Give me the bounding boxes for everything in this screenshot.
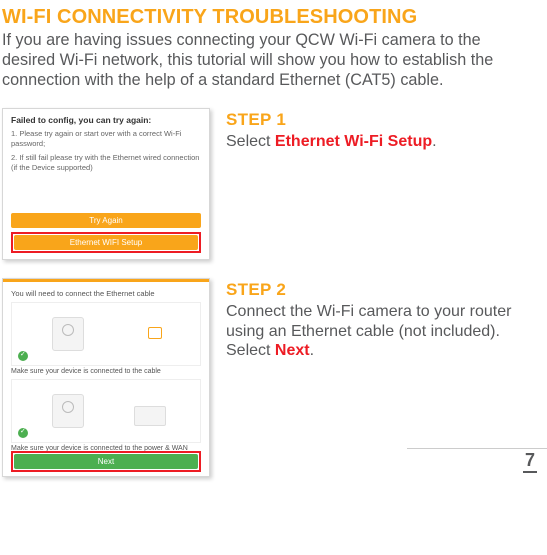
check-icon [18,351,28,361]
ethernet-port-icon [148,327,162,339]
screen2-illustration-1 [11,302,201,366]
screen1-title: Failed to config, you can try again: [11,115,201,125]
step-2-body: Connect the Wi-Fi camera to your router … [226,302,537,361]
screen2-topbar [3,279,209,282]
step-2-body-post: . [310,342,314,359]
step-2-body-pre: Connect the Wi-Fi camera to your router … [226,303,511,359]
step-2-accent: Next [275,342,310,359]
intro-paragraph: If you are having issues connecting your… [2,31,537,90]
page-number: 7 [523,450,537,473]
highlight-box-step2: Next [11,451,201,472]
try-again-button[interactable]: Try Again [11,213,201,228]
camera-icon [52,394,84,428]
page-heading: WI-FI CONNECTIVITY TROUBLESHOOTING [2,6,537,29]
check-icon [18,428,28,438]
router-icon [134,406,166,426]
screen1-line1: 1. Please try again or start over with a… [11,129,201,149]
step-1-body-pre: Select [226,133,275,150]
screen2-illustration-2 [11,379,201,443]
step-1-title: STEP 1 [226,110,537,130]
step-1-body-post: . [432,133,436,150]
next-button[interactable]: Next [14,454,198,469]
camera-icon [52,317,84,351]
step-1-row: Failed to config, you can try again: 1. … [2,108,537,260]
highlight-box-step1: Ethernet WIFI Setup [11,232,201,253]
step-2-title: STEP 2 [226,280,537,300]
screenshot-step-2: You will need to connect the Ethernet ca… [2,278,210,477]
step-1-body: Select Ethernet Wi-Fi Setup. [226,132,537,152]
screen1-line2: 2. If still fail please try with the Eth… [11,153,201,173]
screen2-caption-1: Make sure your device is connected to th… [11,368,201,375]
ethernet-wifi-setup-button[interactable]: Ethernet WIFI Setup [14,235,198,250]
screen2-title: You will need to connect the Ethernet ca… [11,289,201,298]
step-1-accent: Ethernet Wi-Fi Setup [275,133,432,150]
screenshot-step-1: Failed to config, you can try again: 1. … [2,108,210,260]
page-footer-rule [407,448,547,449]
